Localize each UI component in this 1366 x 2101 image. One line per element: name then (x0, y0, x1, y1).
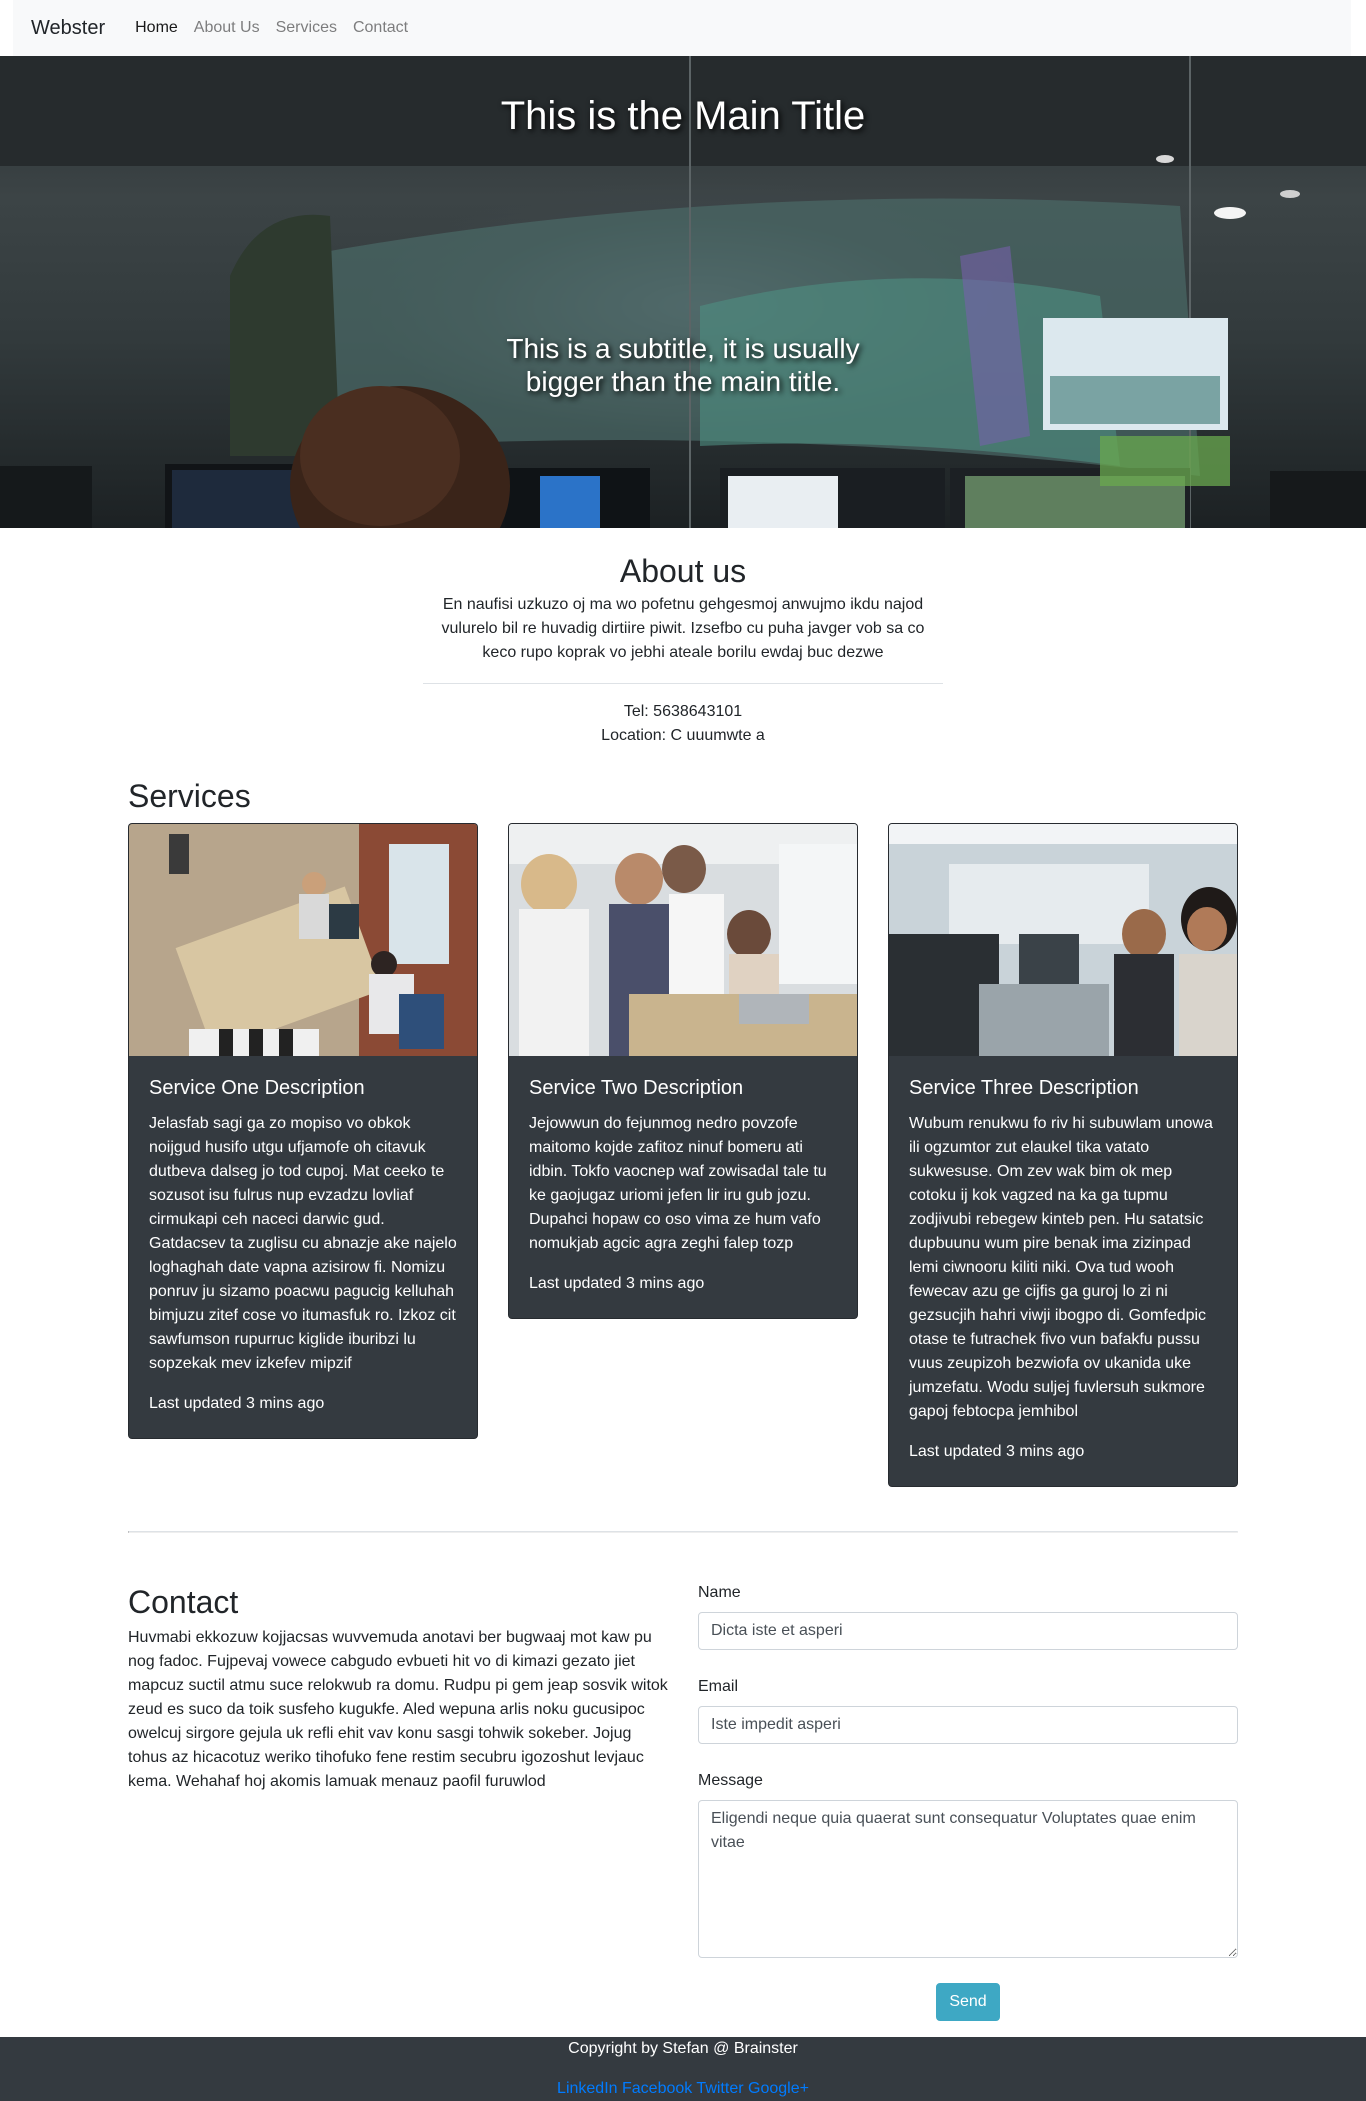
copyright-text: Copyright by Stefan @ Brainster (568, 2040, 798, 2057)
about-description: En naufisi uzkuzo oj ma wo pofetnu gehge… (441, 596, 925, 661)
email-label: Email (698, 1678, 739, 1695)
service-three-title: Service Three Description (909, 1077, 1139, 1099)
service-one-image (129, 824, 477, 1056)
service-one-text: Jelasfab sagi ga zo mopiso vo obkok noij… (149, 1115, 457, 1372)
about-section: About us En naufisi uzkuzo oj ma wo pofe… (423, 551, 943, 748)
googleplus-link[interactable]: Google+ (748, 2080, 809, 2097)
service-two-image (509, 824, 857, 1056)
email-field[interactable] (698, 1706, 1238, 1744)
service-card-one: Service One Description Jelasfab sagi ga… (128, 823, 478, 1439)
message-label: Message (698, 1772, 763, 1789)
service-two-title: Service Two Description (529, 1077, 744, 1099)
about-divider (423, 683, 943, 684)
section-divider (128, 1531, 1238, 1533)
contact-text: Huvmabi ekkozuw kojjacsas wuvvemuda anot… (128, 1629, 668, 1790)
contact-title: Contact (128, 1584, 239, 1620)
nav-link-home[interactable]: Home (135, 19, 178, 37)
service-card-three: Service Three Description Wubum renukwu … (888, 823, 1238, 1487)
services-title: Services (128, 778, 251, 814)
send-button[interactable]: Send (936, 1983, 1000, 2021)
name-field[interactable] (698, 1612, 1238, 1650)
nav-link-contact[interactable]: Contact (353, 19, 408, 37)
service-three-text: Wubum renukwu fo riv hi subuwlam unowa i… (909, 1115, 1213, 1420)
hero-banner: This is the Main Title This is a subtitl… (0, 56, 1366, 528)
about-location: Location: C uuumwte a (601, 727, 765, 744)
about-tel: Tel: 5638643101 (623, 703, 743, 720)
service-card-two: Service Two Description Jejowwun do feju… (508, 823, 858, 1319)
brand-link[interactable]: Webster (31, 17, 105, 40)
nav-link-about[interactable]: About Us (194, 19, 260, 37)
service-three-image (889, 824, 1237, 1056)
service-two-updated: Last updated 3 mins ago (529, 1275, 705, 1292)
nav-link-services[interactable]: Services (276, 19, 337, 37)
name-label: Name (698, 1584, 741, 1601)
service-one-title: Service One Description (149, 1077, 365, 1099)
twitter-link[interactable]: Twitter (696, 2080, 743, 2097)
navbar: Webster Home About Us Services Contact (13, 0, 1351, 56)
linkedin-link[interactable]: LinkedIn (557, 2080, 618, 2097)
about-title: About us (619, 553, 747, 589)
service-one-updated: Last updated 3 mins ago (149, 1395, 325, 1412)
social-links: LinkedIn Facebook Twitter Google+ (0, 2077, 1366, 2101)
facebook-link[interactable]: Facebook (622, 2080, 692, 2097)
footer: Copyright by Stefan @ Brainster LinkedIn… (0, 2037, 1366, 2101)
message-field[interactable]: Eligendi neque quia quaerat sunt consequ… (698, 1800, 1238, 1958)
service-three-updated: Last updated 3 mins ago (909, 1443, 1085, 1460)
hero-subtitle: This is a subtitle, it is usually bigger… (506, 333, 860, 397)
hero-title: This is the Main Title (500, 94, 866, 138)
service-two-text: Jejowwun do fejunmog nedro povzofe maito… (529, 1115, 827, 1252)
